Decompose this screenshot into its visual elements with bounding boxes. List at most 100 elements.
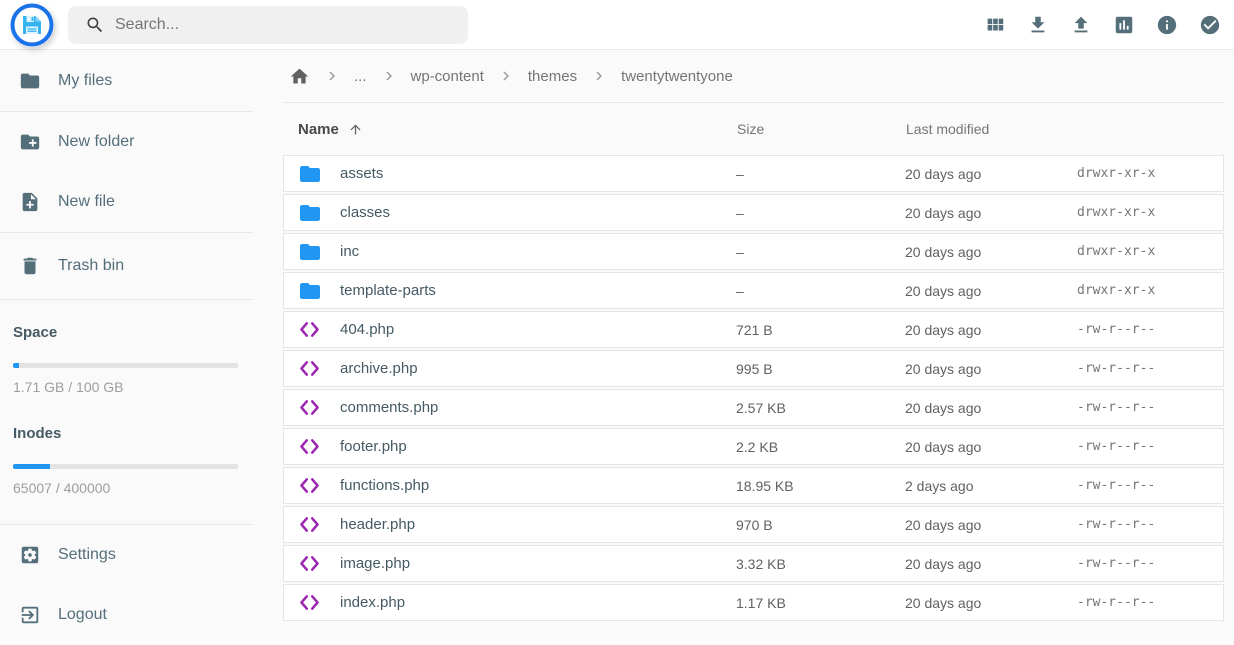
column-header-name[interactable]: Name (283, 121, 737, 138)
chevron-right-icon (323, 67, 341, 85)
table-header: Name Size Last modified (283, 103, 1224, 155)
sidebar-item-label: Settings (58, 546, 116, 564)
inodes-progress-fill (13, 464, 50, 469)
breadcrumb: ... wp-content themes twentytwentyone (283, 50, 1224, 103)
info-icon[interactable] (1156, 14, 1178, 36)
file-name[interactable]: 404.php (340, 321, 394, 338)
breadcrumb-item[interactable]: ... (354, 68, 367, 85)
sort-ascending-icon (348, 122, 363, 137)
table-row[interactable]: header.php 970 B 20 days ago -rw-r--r-- (283, 506, 1224, 543)
sidebar-item-label: Logout (58, 606, 107, 624)
search-icon (85, 15, 105, 35)
space-progressbar (13, 363, 238, 368)
upload-icon[interactable] (1070, 14, 1092, 36)
usage-section: Space 1.71 GB / 100 GB Inodes 65007 / 40… (0, 300, 253, 524)
space-usage-text: 1.71 GB / 100 GB (13, 379, 238, 395)
logout-icon (19, 604, 41, 626)
file-modified: 20 days ago (905, 556, 1077, 572)
search-input[interactable] (115, 16, 456, 34)
breadcrumb-item[interactable]: wp-content (411, 68, 484, 85)
file-permissions: -rw-r--r-- (1077, 556, 1223, 571)
file-name[interactable]: image.php (340, 555, 410, 572)
stats-icon[interactable] (1113, 14, 1135, 36)
new-file-icon (19, 191, 41, 213)
file-name[interactable]: classes (340, 204, 390, 221)
chevron-right-icon (590, 67, 608, 85)
sidebar-item-new-file[interactable]: New file (0, 172, 253, 232)
sidebar-item-label: My files (58, 72, 112, 90)
table-row[interactable]: inc – 20 days ago drwxr-xr-x (283, 233, 1224, 270)
name-header-label: Name (298, 121, 339, 138)
file-modified: 20 days ago (905, 322, 1077, 338)
file-permissions: drwxr-xr-x (1077, 283, 1223, 298)
column-header-size[interactable]: Size (737, 121, 906, 137)
sidebar-item-settings[interactable]: Settings (0, 525, 253, 585)
new-folder-icon (19, 131, 41, 153)
file-name[interactable]: header.php (340, 516, 415, 533)
file-size: 3.32 KB (736, 556, 905, 572)
settings-icon (19, 544, 41, 566)
table-row[interactable]: 404.php 721 B 20 days ago -rw-r--r-- (283, 311, 1224, 348)
inodes-usage-text: 65007 / 400000 (13, 480, 238, 496)
file-permissions: -rw-r--r-- (1077, 361, 1223, 376)
file-name[interactable]: index.php (340, 594, 405, 611)
download-icon[interactable] (1027, 14, 1049, 36)
file-name[interactable]: archive.php (340, 360, 418, 377)
chevron-right-icon (380, 67, 398, 85)
trash-icon (19, 255, 41, 277)
table-row[interactable]: classes – 20 days ago drwxr-xr-x (283, 194, 1224, 231)
file-modified: 20 days ago (905, 205, 1077, 221)
folder-icon (298, 162, 322, 186)
file-modified: 20 days ago (905, 400, 1077, 416)
file-permissions: -rw-r--r-- (1077, 439, 1223, 454)
search-box[interactable] (68, 6, 468, 44)
home-icon[interactable] (289, 66, 310, 87)
folder-icon (298, 279, 322, 303)
file-name[interactable]: template-parts (340, 282, 436, 299)
space-progress-fill (13, 363, 19, 368)
check-circle-icon[interactable] (1199, 14, 1221, 36)
table-row[interactable]: footer.php 2.2 KB 20 days ago -rw-r--r-- (283, 428, 1224, 465)
sidebar-item-trash-bin[interactable]: Trash bin (0, 233, 253, 299)
table-row[interactable]: template-parts – 20 days ago drwxr-xr-x (283, 272, 1224, 309)
table-row[interactable]: image.php 3.32 KB 20 days ago -rw-r--r-- (283, 545, 1224, 582)
inodes-progressbar (13, 464, 238, 469)
code-icon (298, 318, 322, 342)
code-icon (298, 435, 322, 459)
app-logo[interactable] (10, 3, 54, 47)
file-name[interactable]: functions.php (340, 477, 429, 494)
file-name[interactable]: assets (340, 165, 383, 182)
file-name[interactable]: inc (340, 243, 359, 260)
code-icon (298, 513, 322, 537)
sidebar-item-label: Trash bin (58, 257, 124, 275)
column-header-modified[interactable]: Last modified (906, 121, 1078, 137)
file-size: – (736, 283, 905, 299)
folder-icon (298, 240, 322, 264)
sidebar-item-my-files[interactable]: My files (0, 51, 253, 111)
table-row[interactable]: archive.php 995 B 20 days ago -rw-r--r-- (283, 350, 1224, 387)
file-size: 1.17 KB (736, 595, 905, 611)
sidebar-item-label: New file (58, 193, 115, 211)
table-row[interactable]: comments.php 2.57 KB 20 days ago -rw-r--… (283, 389, 1224, 426)
file-permissions: drwxr-xr-x (1077, 205, 1223, 220)
file-modified: 20 days ago (905, 439, 1077, 455)
file-size: 721 B (736, 322, 905, 338)
file-permissions: -rw-r--r-- (1077, 478, 1223, 493)
file-size: – (736, 166, 905, 182)
breadcrumb-item-current[interactable]: twentytwentyone (621, 68, 733, 85)
table-row[interactable]: functions.php 18.95 KB 2 days ago -rw-r-… (283, 467, 1224, 504)
grid-view-icon[interactable] (984, 14, 1006, 36)
breadcrumb-item[interactable]: themes (528, 68, 577, 85)
file-list: assets – 20 days ago drwxr-xr-x classes … (283, 155, 1224, 621)
sidebar-item-new-folder[interactable]: New folder (0, 112, 253, 172)
table-row[interactable]: index.php 1.17 KB 20 days ago -rw-r--r-- (283, 584, 1224, 621)
sidebar-item-logout[interactable]: Logout (0, 585, 253, 645)
file-size: – (736, 205, 905, 221)
file-name[interactable]: footer.php (340, 438, 407, 455)
file-name[interactable]: comments.php (340, 399, 438, 416)
main-panel: ... wp-content themes twentytwentyone Na… (283, 50, 1224, 623)
file-size: 2.2 KB (736, 439, 905, 455)
file-modified: 20 days ago (905, 166, 1077, 182)
file-permissions: drwxr-xr-x (1077, 166, 1223, 181)
table-row[interactable]: assets – 20 days ago drwxr-xr-x (283, 155, 1224, 192)
